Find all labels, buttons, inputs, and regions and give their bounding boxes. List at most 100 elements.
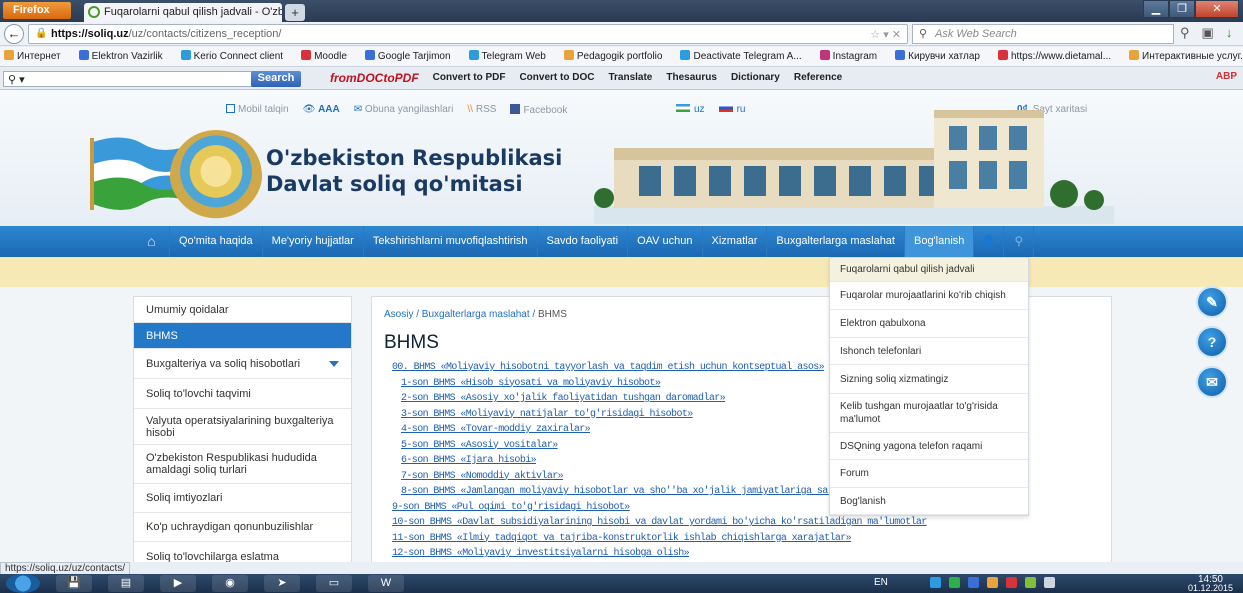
bookmark-icon xyxy=(563,50,574,60)
menu-item[interactable]: Savdo faoliyati xyxy=(538,226,629,257)
book-app-icon[interactable]: ▤ xyxy=(108,575,144,592)
dropdown-item[interactable]: Sizning soliq xizmatingiz xyxy=(830,365,1028,394)
toolbar-search-button[interactable]: Search xyxy=(251,71,301,87)
breadcrumb-section[interactable]: Buxgalterlarga maslahat xyxy=(422,309,530,320)
dropdown-item[interactable]: Kelib tushgan murojaatlar to'g'risida ma… xyxy=(830,394,1028,433)
bookmark-item[interactable]: Kerio Connect client xyxy=(180,50,293,62)
toolbar-item[interactable]: Reference xyxy=(794,72,842,85)
maximize-icon[interactable]: ❐ xyxy=(1169,0,1195,18)
bookmark-item[interactable]: Интернет xyxy=(4,50,70,62)
mail-icon[interactable]: ✉ xyxy=(1196,366,1228,398)
breadcrumb-home[interactable]: Asosiy xyxy=(384,309,413,320)
menu-item[interactable]: Xizmatlar xyxy=(703,226,768,257)
tray-icon[interactable] xyxy=(987,577,998,588)
search-icon[interactable]: ⚲ xyxy=(1004,226,1035,257)
toolbar-search-input[interactable]: ⚲ ▾ xyxy=(3,71,257,87)
bookmark-item[interactable]: https://www.dietamal... xyxy=(998,50,1120,62)
menu-item[interactable]: Tekshirishlarni muvofiqlashtirish xyxy=(364,226,538,257)
tab-title: Fuqarolarni qabul qilish jadvali - O'zbe… xyxy=(104,6,282,18)
language-indicator[interactable]: EN xyxy=(874,577,888,588)
bookmark-item[interactable]: Telegram Web xyxy=(468,50,555,62)
web-search-input[interactable]: ⚲ Ask Web Search xyxy=(912,24,1174,44)
dropdown-item[interactable]: Ishonch telefonlari xyxy=(830,338,1028,365)
bookmark-item[interactable]: Deactivate Telegram A... xyxy=(680,50,810,62)
sidebar-item[interactable]: BHMS xyxy=(134,323,351,349)
bookmark-star-icon[interactable]: ☆ ▾ ✕ xyxy=(870,28,901,41)
sidebar-item[interactable]: Soliq to'lovchilarga eslatma xyxy=(134,542,351,563)
close-icon[interactable]: ✕ xyxy=(1195,0,1239,18)
tray-icon[interactable] xyxy=(1025,577,1036,588)
address-bar[interactable]: 🔒 https://soliq.uz/uz/contacts/citizens_… xyxy=(28,24,908,44)
minimize-icon[interactable]: ▁ xyxy=(1143,0,1169,18)
sidebar-item[interactable]: Valyuta operatsiyalarining buxgalteriya … xyxy=(134,409,351,445)
edit-icon[interactable]: ✎ xyxy=(1196,286,1228,318)
top-link-mobile[interactable]: Mobil talqin xyxy=(226,104,289,116)
sidebar-item[interactable]: O'zbekiston Respublikasi hududida amalda… xyxy=(134,445,351,484)
dropdown-item[interactable]: Fuqarolarni qabul qilish jadvali xyxy=(830,258,1028,282)
toolbar-item[interactable]: Translate xyxy=(608,72,652,85)
volume-icon[interactable] xyxy=(1044,577,1055,588)
bookmark-item[interactable]: Moodle xyxy=(301,50,356,62)
bookmark-item[interactable]: Google Tarjimon xyxy=(364,50,460,62)
sidebar-item[interactable]: Buxgalteriya va soliq hisobotlari xyxy=(134,349,351,379)
toolbar-item[interactable]: Convert to DOC xyxy=(519,72,594,85)
top-link-accessibility[interactable]: 👁 AAA xyxy=(303,104,340,116)
bookmark-item[interactable]: Кирувчи хатлар xyxy=(895,50,989,62)
toolbar-item[interactable]: Convert to PDF xyxy=(433,72,506,85)
start-button[interactable] xyxy=(6,574,40,593)
top-link-rss[interactable]: \\ RSS xyxy=(467,104,496,116)
bookmark-item[interactable]: Elektron Vazirlik xyxy=(78,50,172,62)
tray-icon[interactable] xyxy=(1006,577,1017,588)
word-app-icon[interactable]: W xyxy=(368,575,404,592)
media-player-icon[interactable]: ▶ xyxy=(160,575,196,592)
toolbar-item[interactable]: Thesaurus xyxy=(666,72,717,85)
top-link-facebook[interactable]: Facebook xyxy=(510,104,567,116)
dropdown-item[interactable]: Forum xyxy=(830,460,1028,488)
menu-item[interactable]: Buxgalterlarga maslahat xyxy=(767,226,905,257)
dropdown-item[interactable]: Fuqarolar murojaatlarini ko'rib chiqish xyxy=(830,282,1028,310)
bhms-link[interactable]: 10-son BHMS «Davlat subsidiyalarining hi… xyxy=(392,517,927,533)
bhms-link[interactable]: 11-son BHMS «Ilmiy tadqiqot va tajriba-k… xyxy=(392,533,927,549)
download-arrow-icon[interactable]: ↓ xyxy=(1226,25,1233,41)
adblock-icon[interactable]: ABP xyxy=(1216,71,1237,82)
bookmark-item[interactable]: Pedagogik portfolio xyxy=(563,50,672,62)
menu-item[interactable]: Qo'mita haqida xyxy=(170,226,263,257)
top-link-subscribe[interactable]: ✉ Obuna yangilashlari xyxy=(354,104,454,116)
sidebar-item[interactable]: Soliq to'lovchi taqvimi xyxy=(134,379,351,409)
menu-item[interactable]: Bog'lanish xyxy=(904,226,975,257)
menu-item[interactable]: OAV uchun xyxy=(628,226,703,257)
bookmark-icon xyxy=(468,50,479,60)
tray-icon[interactable] xyxy=(930,577,941,588)
bookmark-item[interactable]: Интерактивные услуг... xyxy=(1129,50,1243,62)
home-icon[interactable]: ⌂ xyxy=(134,226,170,257)
chevron-down-icon[interactable] xyxy=(329,361,339,367)
back-arrow-icon[interactable]: ← xyxy=(4,24,24,44)
clock[interactable]: 14:50 01.12.2015 xyxy=(1188,574,1233,593)
dropdown-item[interactable]: Elektron qabulxona xyxy=(830,310,1028,338)
dropdown-item[interactable]: DSQning yagona telefon raqami xyxy=(830,433,1028,460)
screen-icon[interactable]: ▣ xyxy=(1202,25,1214,41)
firefox-app-icon[interactable]: ◉ xyxy=(212,575,248,592)
firefox-menu-button[interactable]: Firefox xyxy=(3,2,71,19)
user-icon[interactable]: 👤 xyxy=(974,226,1005,257)
sidebar-item[interactable]: Ko'p uchraydigan qonunbuzilishlar xyxy=(134,513,351,542)
sidebar-item[interactable]: Umumiy qoidalar xyxy=(134,297,351,323)
search-go-icon[interactable]: ⚲ xyxy=(1180,25,1190,41)
fromdoctopdf-logo[interactable]: fromDOCtoPDF xyxy=(330,71,419,85)
tray-icon[interactable] xyxy=(949,577,960,588)
toolbar-item[interactable]: Dictionary xyxy=(731,72,780,85)
menu-item[interactable]: Me'yoriy hujjatlar xyxy=(263,226,364,257)
sidebar-item[interactable]: Soliq imtiyozlari xyxy=(134,484,351,513)
bhms-link[interactable]: 12-son BHMS «Moliyaviy investitsiyalarni… xyxy=(392,548,927,562)
new-tab-button[interactable]: + xyxy=(285,4,305,21)
telegram-app-icon[interactable]: ➤ xyxy=(264,575,300,592)
tray-icon[interactable] xyxy=(968,577,979,588)
save-app-icon[interactable]: 💾 xyxy=(56,575,92,592)
bookmark-item[interactable]: Instagram xyxy=(819,50,886,62)
browser-tab-active[interactable]: Fuqarolarni qabul qilish jadvali - O'zbe… xyxy=(84,3,282,22)
dropdown-item[interactable]: Bog'lanish xyxy=(830,488,1028,515)
eye-icon: 👁 xyxy=(302,104,319,115)
explorer-app-icon[interactable]: ▭ xyxy=(316,575,352,592)
sidebar-item-label: O'zbekiston Respublikasi hududida amalda… xyxy=(146,452,317,476)
question-icon[interactable]: ? xyxy=(1196,326,1228,358)
